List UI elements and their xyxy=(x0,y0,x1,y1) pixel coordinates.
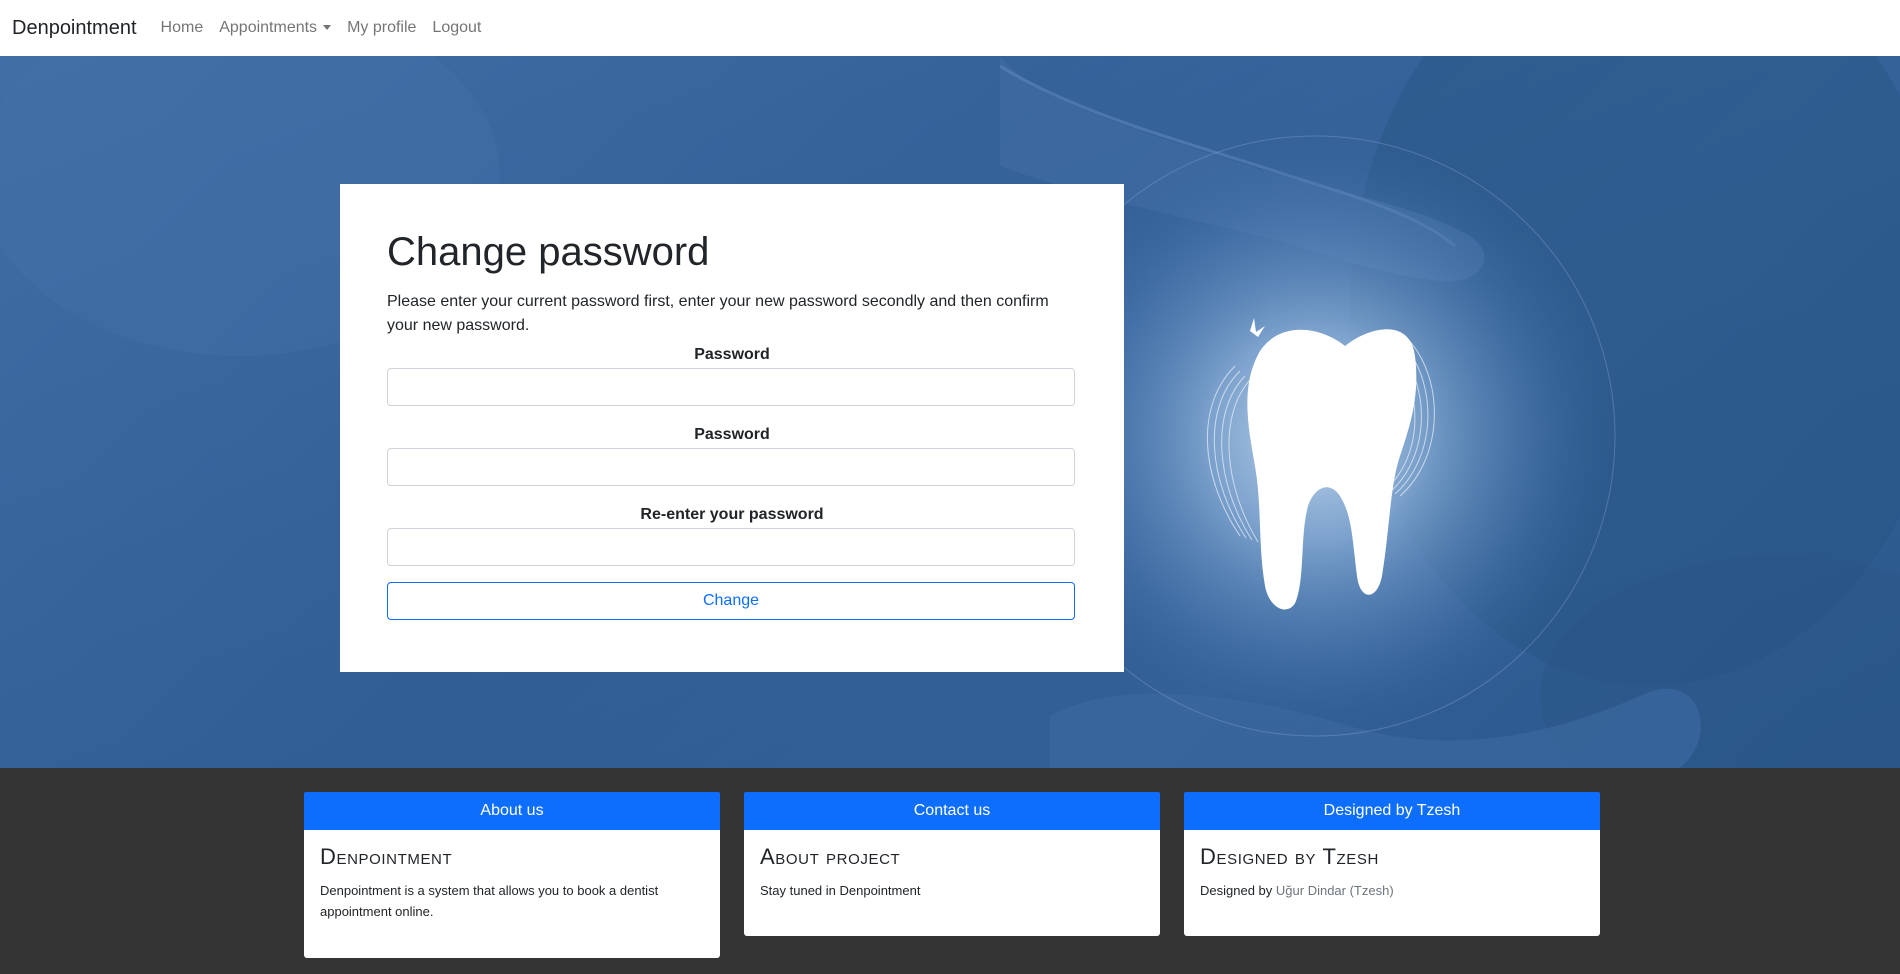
footer: About us Denpointment Denpointment is a … xyxy=(0,768,1900,974)
footer-card-title: About project xyxy=(760,844,901,869)
footer-card-title: Designed by Tzesh xyxy=(1200,844,1379,869)
footer-card-header: About us xyxy=(304,792,720,830)
current-password-input[interactable] xyxy=(387,368,1075,406)
footer-card-body: Denpointment Denpointment is a system th… xyxy=(304,830,720,958)
page-title: Change password xyxy=(387,230,710,274)
footer-card-header: Contact us xyxy=(744,792,1160,830)
footer-card-title: Denpointment xyxy=(320,844,453,869)
nav-home[interactable]: Home xyxy=(161,19,204,37)
new-password-input[interactable] xyxy=(387,448,1075,486)
footer-designed-by: Designed by Tzesh Designed by Tzesh Desi… xyxy=(1184,792,1600,936)
nav-logout[interactable]: Logout xyxy=(432,19,481,37)
nav-appointments-label: Appointments xyxy=(219,19,318,36)
brand-logo[interactable]: Denpointment xyxy=(12,17,137,40)
footer-card-text: Denpointment is a system that allows you… xyxy=(320,883,659,919)
footer-card-body: Designed by Tzesh Designed by Uğur Dinda… xyxy=(1184,830,1600,936)
new-password-label: Password xyxy=(694,426,770,443)
footer-contact-us: Contact us About project Stay tuned in D… xyxy=(744,792,1160,936)
footer-card-header: Designed by Tzesh xyxy=(1184,792,1600,830)
footer-about-us: About us Denpointment Denpointment is a … xyxy=(304,792,720,958)
author-link[interactable]: Uğur Dindar (Tzesh) xyxy=(1276,883,1394,898)
current-password-label: Password xyxy=(694,346,770,363)
footer-card-text: Stay tuned in Denpointment xyxy=(760,883,921,898)
top-navbar: Denpointment Home Appointments My profil… xyxy=(0,0,1900,56)
nav-appointments-dropdown[interactable]: Appointments xyxy=(219,19,332,37)
designed-by-prefix: Designed by xyxy=(1200,883,1273,898)
change-password-card: Change password Please enter your curren… xyxy=(340,184,1124,672)
confirm-password-label: Re-enter your password xyxy=(640,506,824,523)
footer-card-body: About project Stay tuned in Denpointment xyxy=(744,830,1160,936)
hero-section: Change password Please enter your curren… xyxy=(0,56,1900,768)
caret-down-icon xyxy=(323,24,332,30)
footer-card-text: Designed by Uğur Dindar (Tzesh) xyxy=(1200,880,1584,901)
nav-my-profile[interactable]: My profile xyxy=(347,19,416,37)
confirm-password-input[interactable] xyxy=(387,528,1075,566)
form-description: Please enter your current password first… xyxy=(387,293,1049,334)
change-password-button[interactable]: Change xyxy=(387,582,1075,620)
